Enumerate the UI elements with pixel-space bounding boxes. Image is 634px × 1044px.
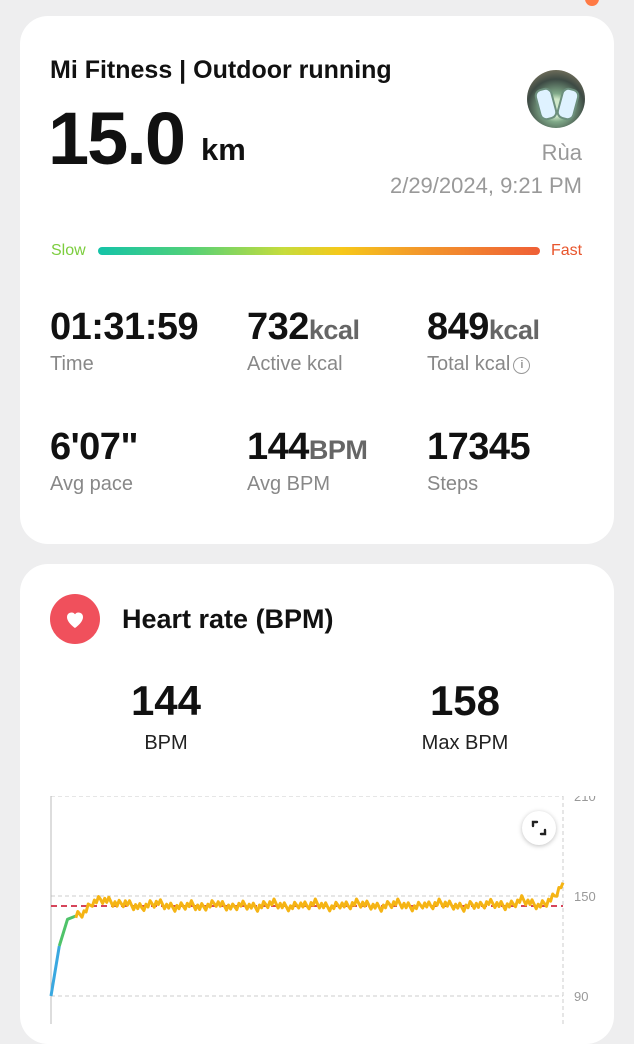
stat-value: 144 xyxy=(247,426,309,468)
max-bpm-value: 158 xyxy=(429,677,501,724)
pace-fast-label: Fast xyxy=(551,242,583,259)
heart-icon xyxy=(50,594,100,644)
stat-active-kcal: 732kcal Active kcal xyxy=(247,306,360,376)
hr-line-mid xyxy=(57,914,77,947)
stat-label: Active kcal xyxy=(247,353,343,375)
stat-unit: kcal xyxy=(308,315,360,345)
chart-tick-label: 90 xyxy=(574,989,588,1004)
avatar[interactable] xyxy=(527,70,585,128)
stat-unit: BPM xyxy=(308,435,368,465)
pace-gradient-bar xyxy=(98,247,540,255)
workout-title: Mi Fitness | Outdoor running xyxy=(50,56,392,84)
heart-glyph xyxy=(67,612,83,628)
notification-dot xyxy=(585,0,599,6)
stat-value: 17345 xyxy=(427,426,531,468)
stat-label: Time xyxy=(50,353,94,375)
expand-chart-button[interactable] xyxy=(522,811,556,845)
stat-label: Total kcal xyxy=(427,353,511,375)
avg-bpm-label: BPM xyxy=(144,732,188,754)
distance-value: 15.0 xyxy=(48,97,186,180)
stat-total-kcal: 849kcal Total kcal i xyxy=(427,306,540,376)
expand-icon xyxy=(531,820,547,836)
chart-tick-label: 150 xyxy=(574,889,596,904)
hr-line-high xyxy=(74,882,565,919)
stat-value: 6'07" xyxy=(50,426,138,468)
avg-bpm-value: 144 xyxy=(130,677,202,724)
info-icon[interactable]: i xyxy=(513,357,531,374)
heart-rate-title: Heart rate (BPM) xyxy=(122,604,334,634)
stat-steps: 17345 Steps xyxy=(427,426,531,496)
chart-tick-label: 210 xyxy=(574,796,596,804)
hr-line-low xyxy=(49,945,61,997)
stat-time: 01:31:59 Time xyxy=(50,306,199,376)
stat-label: Avg BPM xyxy=(247,473,330,495)
stat-value: 849 xyxy=(427,306,489,348)
stat-value: 732 xyxy=(247,306,309,348)
stat-label: Steps xyxy=(427,473,479,495)
max-bpm-label: Max BPM xyxy=(421,732,509,754)
workout-datetime: 2/29/2024, 9:21 PM xyxy=(389,173,582,198)
stat-avg-pace: 6'07" Avg pace xyxy=(50,426,138,496)
distance-unit: km xyxy=(201,132,246,167)
stat-value: 01:31:59 xyxy=(50,306,199,348)
pace-slow-label: Slow xyxy=(51,242,86,259)
stat-label: Avg pace xyxy=(50,473,134,495)
user-name: Rùa xyxy=(541,140,582,165)
stat-avg-bpm: 144BPM Avg BPM xyxy=(247,426,368,496)
workout-summary-card: Mi Fitness | Outdoor running 15.0 km Rùa… xyxy=(20,16,614,544)
stat-unit: kcal xyxy=(488,315,540,345)
